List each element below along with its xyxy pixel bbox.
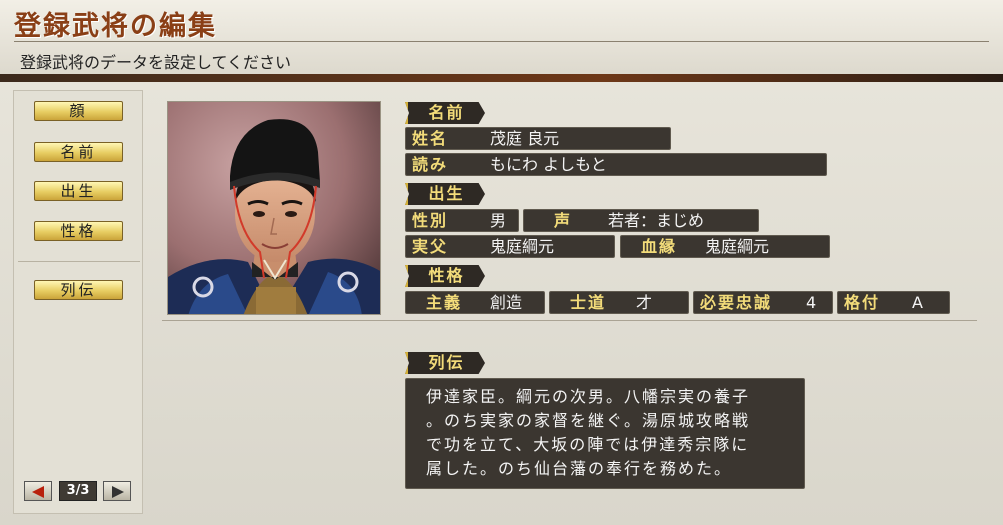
field-label: 姓名: [412, 129, 449, 148]
field-father[interactable]: 実父 鬼庭綱元: [405, 235, 615, 258]
page-title: 登録武将の編集: [14, 11, 217, 42]
main-panel: 顔 名前 出生 性格 列伝 3/3 名前 姓名 茂庭 良元 読み もにわ よしも…: [0, 82, 1003, 525]
header-band: [0, 74, 1003, 82]
menu-button-birth[interactable]: 出生: [34, 181, 123, 201]
field-lineage[interactable]: 血縁 鬼庭綱元: [620, 235, 830, 258]
field-value: 創造: [490, 293, 523, 312]
content-divider: [162, 320, 977, 321]
section-tag-personality: 性格: [405, 265, 485, 287]
field-label: 性別: [412, 211, 449, 230]
section-tag-birth: 出生: [405, 183, 485, 205]
field-voice[interactable]: 声 若者：まじめ: [523, 209, 759, 232]
field-value: A: [912, 293, 923, 312]
next-page-button[interactable]: [103, 481, 131, 501]
field-samurai-way[interactable]: 士道 才: [549, 291, 689, 314]
field-value: 4: [806, 293, 817, 312]
field-label: 声: [554, 211, 573, 230]
field-rank[interactable]: 格付 A: [837, 291, 950, 314]
biography-box[interactable]: 伊達家臣。綱元の次男。八幡宗実の養子 。のち実家の家督を継ぐ。湯原城攻略戦 で功…: [405, 378, 805, 489]
field-loyalty[interactable]: 必要忠誠 4: [693, 291, 833, 314]
arrow-right-icon: [112, 486, 124, 498]
field-value: 茂庭 良元: [490, 129, 560, 148]
field-principle[interactable]: 主義 創造: [405, 291, 545, 314]
field-value: 才: [636, 293, 653, 312]
side-menu: 顔 名前 出生 性格 列伝 3/3: [13, 90, 143, 514]
field-value: 男: [490, 211, 507, 230]
biography-line: 。のち実家の家督を継ぐ。湯原城攻略戦: [426, 411, 751, 430]
arrow-left-icon: [32, 486, 44, 498]
field-gender[interactable]: 性別 男: [405, 209, 519, 232]
section-tag-name: 名前: [405, 102, 485, 124]
field-full-name[interactable]: 姓名 茂庭 良元: [405, 127, 671, 150]
field-label: 主義: [426, 293, 463, 312]
biography-line: 伊達家臣。綱元の次男。八幡宗実の養子: [426, 387, 751, 406]
menu-button-face[interactable]: 顔: [34, 101, 123, 121]
field-label: 士道: [570, 293, 607, 312]
field-label: 格付: [844, 293, 881, 312]
page-subtitle: 登録武将のデータを設定してください: [20, 53, 292, 72]
pager: 3/3: [24, 481, 136, 503]
section-tag-biography: 列伝: [405, 352, 485, 374]
field-value: もにわ よしもと: [490, 155, 607, 174]
title-divider: [14, 41, 989, 42]
menu-button-personality[interactable]: 性格: [34, 221, 123, 241]
field-value: 若者：まじめ: [608, 211, 705, 230]
header: 登録武将の編集 登録武将のデータを設定してください: [0, 0, 1003, 78]
biography-line: で功を立て、大坂の陣では伊達秀宗隊に: [426, 435, 750, 454]
field-reading[interactable]: 読み もにわ よしもと: [405, 153, 827, 176]
field-label: 読み: [412, 155, 449, 174]
menu-divider: [18, 261, 140, 262]
samurai-portrait-icon: [168, 102, 380, 314]
portrait-image[interactable]: [167, 101, 381, 315]
field-value: 鬼庭綱元: [490, 237, 555, 256]
menu-button-name[interactable]: 名前: [34, 142, 123, 162]
menu-button-biography[interactable]: 列伝: [34, 280, 123, 300]
page-indicator: 3/3: [59, 481, 97, 501]
biography-line: 属した。のち仙台藩の奉行を務めた。: [426, 459, 733, 478]
prev-page-button[interactable]: [24, 481, 52, 501]
field-label: 血縁: [641, 237, 678, 256]
field-label: 必要忠誠: [700, 293, 773, 312]
field-value: 鬼庭綱元: [705, 237, 770, 256]
field-label: 実父: [412, 237, 449, 256]
